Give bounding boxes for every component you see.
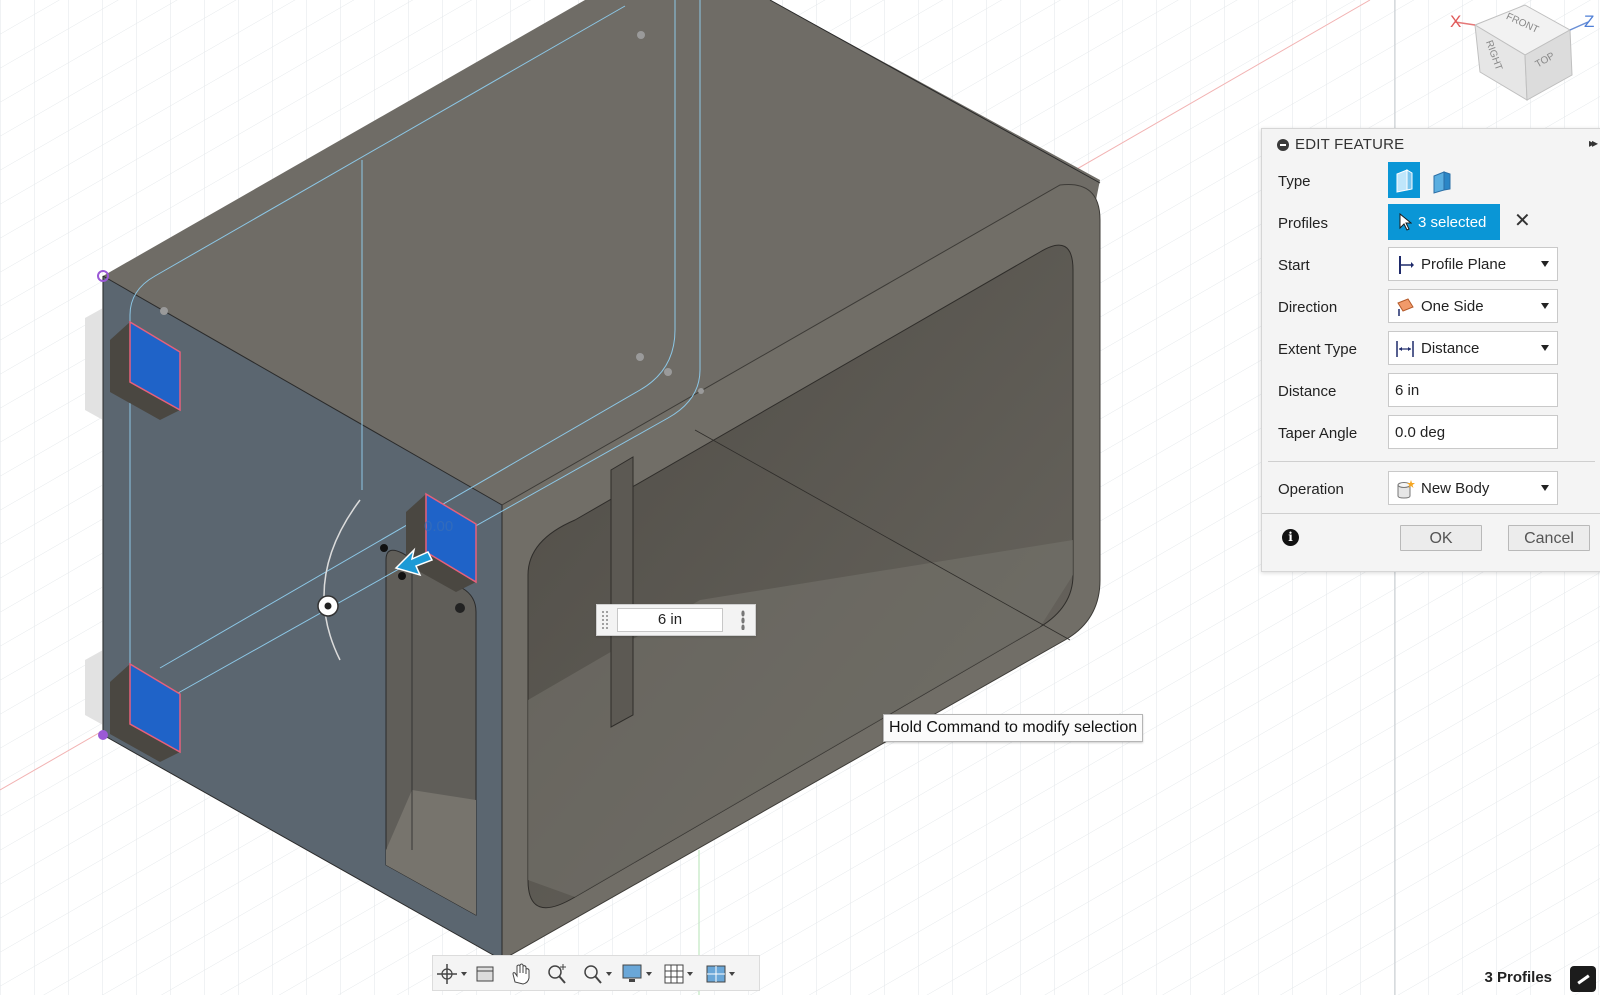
navigation-toolbar <box>432 955 760 991</box>
start-dropdown[interactable]: Profile Plane <box>1388 247 1558 281</box>
orbit-button[interactable] <box>437 962 471 986</box>
thin-extrude-icon <box>1433 171 1451 194</box>
operation-dropdown[interactable]: New Body <box>1388 471 1558 505</box>
taper-angle-label: Taper Angle <box>1278 425 1358 442</box>
look-at-icon <box>476 966 494 982</box>
ok-button[interactable]: OK <box>1400 525 1482 551</box>
operation-label: Operation <box>1278 481 1344 498</box>
direction-dropdown[interactable]: One Side <box>1388 289 1558 323</box>
view-cube-axis-z: Z <box>1584 12 1595 31</box>
chevron-down-icon <box>1541 261 1549 267</box>
extent-type-label: Extent Type <box>1278 341 1357 358</box>
expand-panel-icon[interactable]: ▸▸ <box>1589 136 1598 150</box>
zoom-icon <box>548 964 566 984</box>
cancel-button[interactable]: Cancel <box>1508 525 1590 551</box>
taper-angle-value: 0.0 deg <box>1395 424 1446 441</box>
drag-grip-icon[interactable] <box>601 610 609 630</box>
operation-value: New Body <box>1421 480 1490 497</box>
type-label: Type <box>1278 173 1311 190</box>
distance-input[interactable]: 6 in <box>1388 373 1558 407</box>
orbit-icon <box>437 964 467 984</box>
distance-value: 6 in <box>1395 382 1420 399</box>
start-value: Profile Plane <box>1421 256 1507 273</box>
look-at-button[interactable] <box>475 962 509 986</box>
profiles-label: Profiles <box>1278 215 1329 232</box>
grid-settings-icon <box>664 964 693 984</box>
start-label: Start <box>1278 257 1310 274</box>
distance-dimension-input-box: 6 in <box>596 604 756 636</box>
extent-type-value: Distance <box>1421 340 1480 357</box>
panel-header[interactable]: EDIT FEATURE ▸▸ <box>1262 129 1600 159</box>
distance-extent-icon <box>1396 341 1414 357</box>
new-body-icon <box>1397 480 1415 499</box>
panel-footer-divider <box>1262 513 1600 514</box>
distance-label: Distance <box>1278 383 1337 400</box>
collapse-icon[interactable] <box>1277 139 1289 151</box>
display-settings-button[interactable] <box>621 962 655 986</box>
profiles-selected-count: 3 selected <box>1418 214 1487 231</box>
display-settings-icon <box>622 964 652 982</box>
cursor-arrow-icon <box>1399 213 1412 231</box>
extrude-type-solid-button[interactable] <box>1388 162 1420 198</box>
direction-label: Direction <box>1278 299 1338 316</box>
profiles-status: 3 Profiles <box>1484 969 1552 986</box>
edit-feature-panel: EDIT FEATURE ▸▸ Type Profiles 3 selected… <box>1261 128 1600 572</box>
chevron-down-icon <box>1541 303 1549 309</box>
pan-icon <box>512 963 530 985</box>
pan-button[interactable] <box>509 962 543 986</box>
faint-dimension-label: 0.00 <box>424 518 454 535</box>
panel-title: EDIT FEATURE <box>1295 136 1405 153</box>
view-cube-axis-x: X <box>1450 12 1462 31</box>
viewports-icon <box>706 965 735 983</box>
solid-extrude-icon <box>1396 169 1413 193</box>
extent-type-dropdown[interactable]: Distance <box>1388 331 1558 365</box>
sketch-palette-icon[interactable] <box>1570 966 1596 992</box>
info-icon[interactable]: i <box>1282 529 1299 546</box>
profile-plane-icon <box>1399 256 1414 274</box>
viewports-button[interactable] <box>705 962 739 986</box>
direction-value: One Side <box>1421 298 1484 315</box>
clear-selection-icon[interactable]: ✕ <box>1514 208 1531 233</box>
chevron-down-icon <box>1541 345 1549 351</box>
panel-divider <box>1268 461 1595 462</box>
distance-dimension-field[interactable]: 6 in <box>617 608 723 632</box>
fit-button[interactable] <box>581 962 615 986</box>
chevron-down-icon <box>1541 485 1549 491</box>
one-side-icon <box>1397 298 1414 316</box>
profiles-selection-button[interactable]: 3 selected <box>1388 204 1500 240</box>
fit-icon <box>584 965 612 984</box>
zoom-button[interactable] <box>545 962 579 986</box>
taper-angle-input[interactable]: 0.0 deg <box>1388 415 1558 449</box>
extrude-type-thin-button[interactable] <box>1425 162 1457 198</box>
more-options-icon[interactable] <box>741 610 745 630</box>
selection-tooltip: Hold Command to modify selection <box>883 714 1144 742</box>
grid-settings-button[interactable] <box>663 962 697 986</box>
